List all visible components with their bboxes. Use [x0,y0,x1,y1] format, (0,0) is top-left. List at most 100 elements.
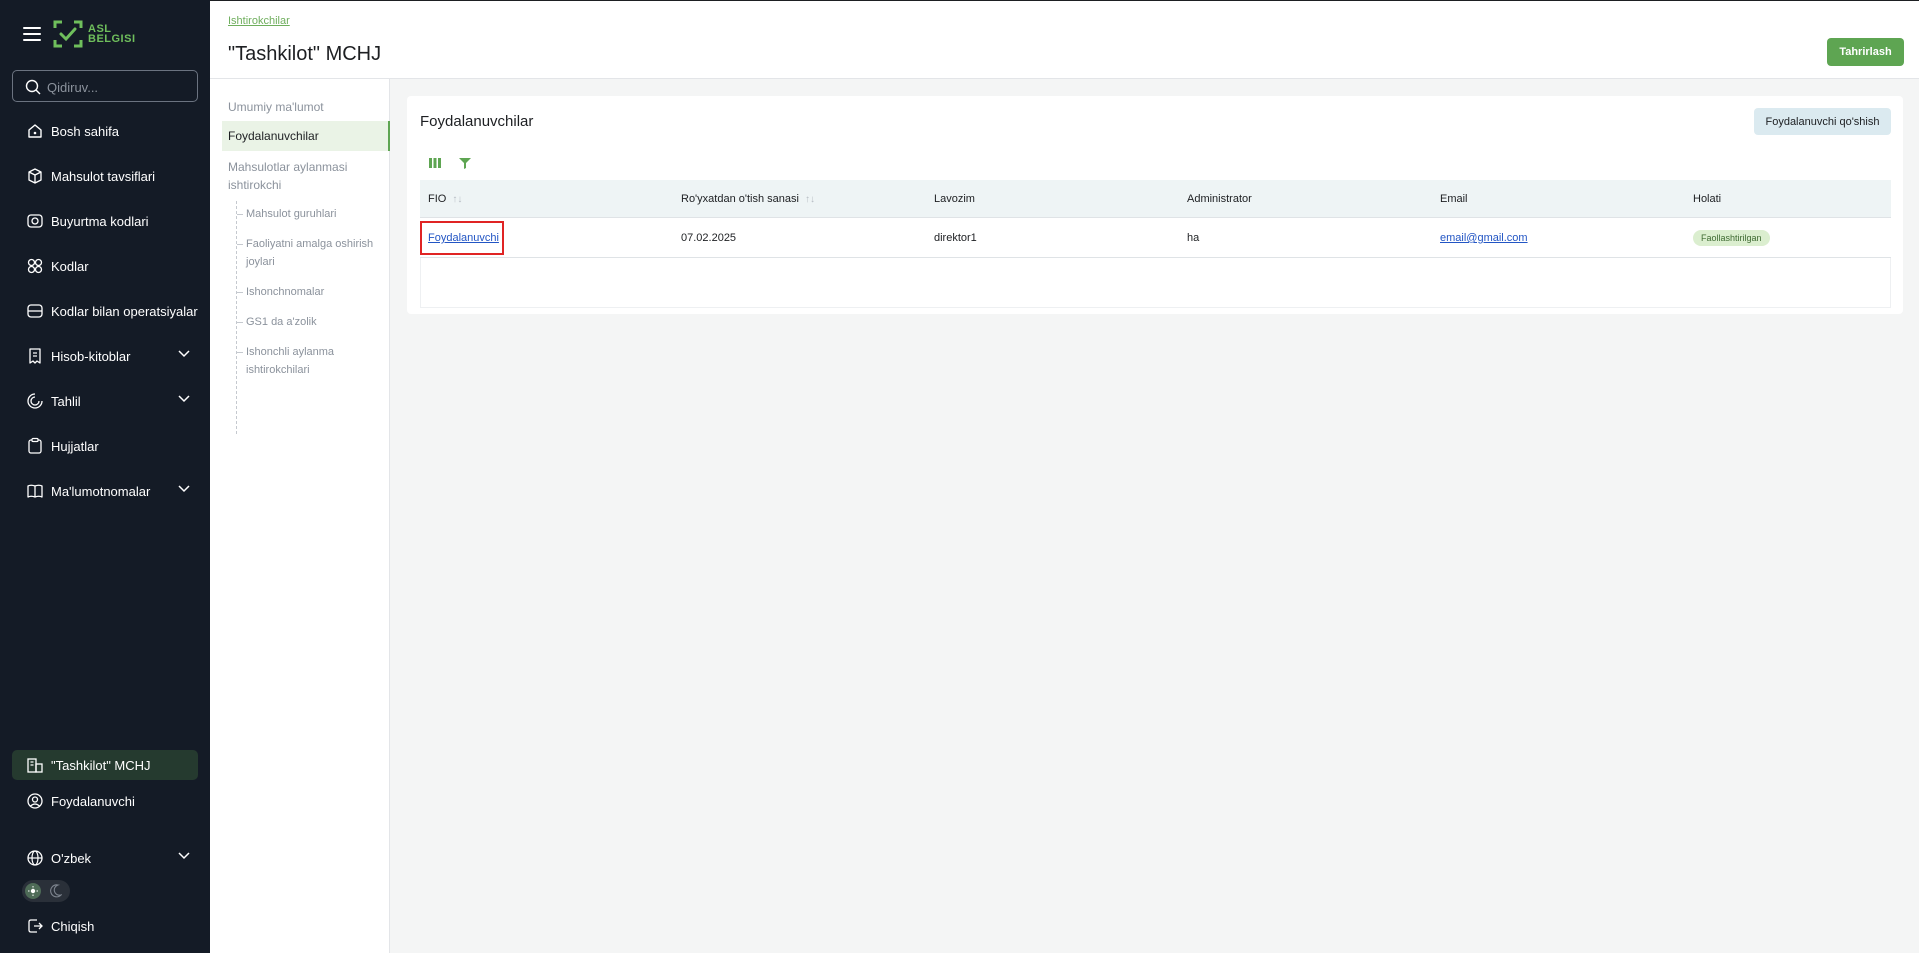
tree-tick [237,322,243,323]
theme-toggle[interactable] [22,880,70,902]
logo[interactable]: ASL BELGISI [52,18,142,52]
section-nav: Umumiy ma'lumot Foydalanuvchilar Mahsulo… [210,79,390,953]
search-icon [25,79,41,95]
table-row: Foydalanuvchi 07.02.2025 direktor1 ha em… [420,218,1891,258]
sidebar-item-label: Hisob-kitoblar [51,348,131,364]
breadcrumb-participants[interactable]: Ishtirokchilar [228,15,290,27]
sidebar-item-documents[interactable]: Hujjatlar [12,429,198,463]
sidebar-item-organization[interactable]: "Tashkilot" MCHJ [12,750,198,780]
sun-icon [25,883,41,899]
email-link[interactable]: email@gmail.com [1440,232,1528,244]
sidebar-item-label: Ma'lumotnomalar [51,483,151,499]
sidebar-item-label: Kodlar [51,258,89,274]
tab-product-turnover-line2: ishtirokchi [228,178,282,192]
cell-fio: Foydalanuvchi [428,218,499,258]
tab-general-info[interactable]: Umumiy ma'lumot [228,98,324,116]
tab-product-turnover[interactable]: Mahsulotlar aylanmasi ishtirokchi [228,158,347,194]
sidebar-item-billing[interactable]: Hisob-kitoblar [12,339,198,373]
edit-button[interactable]: Tahrirlash [1827,38,1904,66]
sidebar-item-codes[interactable]: Kodlar [12,249,198,283]
sidebar-item-label: Foydalanuvchi [51,793,135,809]
sidebar-top: ASL BELGISI [0,0,210,68]
cell-status: Faollashtirilgan [1693,218,1770,258]
sort-icon[interactable]: ↑↓ [805,194,815,205]
globe-icon [23,846,47,870]
sidebar-item-product-descriptions[interactable]: Mahsulot tavsiflari [12,159,198,193]
sidebar-item-home[interactable]: Bosh sahifa [12,114,198,148]
column-header-status: Holati [1693,193,1722,205]
chevron-down-icon [178,852,190,860]
table-header: FIO ↑↓ Ro'yxatdan o'tish sanasi ↑↓ Lavozim… [420,180,1891,218]
moon-icon [50,884,62,898]
sidebar-item-label: Kodlar bilan operatsiyalar [51,303,198,319]
sidebar-item-label: Mahsulot tavsiflari [51,168,156,184]
page-header: Ishtirokchilar "Tashkilot" MCHJ Tahrirla… [210,0,1919,79]
home-icon [23,119,47,143]
tree-tick [237,214,243,215]
cell-email: email@gmail.com [1440,218,1528,258]
table-footer [420,258,1891,308]
column-header-administrator: Administrator [1187,193,1252,205]
tab-trusted-participants[interactable]: Ishonchli aylanma ishtirokchilari [246,343,334,379]
logo-mark-icon [53,20,83,48]
tree-tick [237,352,243,353]
add-user-button[interactable]: Foydalanuvchi qo'shish [1754,108,1891,135]
receipt-icon [23,344,47,368]
menu-icon[interactable] [23,27,41,41]
sidebar-item-order-codes[interactable]: Buyurtma kodlari [12,204,198,238]
chevron-down-icon [178,485,190,493]
cell-date: 07.02.2025 [681,232,737,244]
codes-icon [23,254,47,278]
page-title: "Tashkilot" MCHJ [228,43,382,65]
cell-position: direktor1 [934,232,977,244]
language-select[interactable]: O'zbek [12,841,198,875]
analytics-icon [23,389,47,413]
cube-icon [23,164,47,188]
tab-business-locations[interactable]: Faoliyatni amalga oshirish joylari [246,235,373,271]
search-input[interactable] [47,77,187,97]
operations-icon [23,299,47,323]
tab-gs1-membership[interactable]: GS1 da a'zolik [246,313,317,331]
sidebar-item-user[interactable]: Foydalanuvchi [12,784,198,818]
sidebar-item-label: "Tashkilot" MCHJ [51,757,151,773]
sidebar-item-label: Buyurtma kodlari [51,213,149,229]
tree-tick [237,292,243,293]
search-box[interactable] [12,70,198,102]
tab-powers-of-attorney[interactable]: Ishonchnomalar [246,283,324,301]
card-title: Foydalanuvchilar [420,113,534,130]
logout-button[interactable]: Chiqish [12,909,198,943]
sort-icon[interactable]: ↑↓ [452,194,462,205]
users-card: Foydalanuvchilar Foydalanuvchi qo'shish … [407,96,1903,314]
sidebar: ASL BELGISI Bosh sahifa Mahsulot tavsifl… [0,0,210,953]
building-icon [23,753,47,777]
sidebar-item-analytics[interactable]: Tahlil [12,384,198,418]
sidebar-item-references[interactable]: Ma'lumotnomalar [12,474,198,508]
filter-icon[interactable] [458,156,472,170]
column-header-position: Lavozim [934,193,975,205]
status-badge: Faollashtirilgan [1693,230,1770,246]
chevron-down-icon [178,395,190,403]
sidebar-item-label: Hujjatlar [51,438,99,454]
tab-product-turnover-line1: Mahsulotlar aylanmasi [228,160,348,174]
sidebar-item-code-operations[interactable]: Kodlar bilan operatsiyalar [12,294,198,328]
tab-product-groups[interactable]: Mahsulot guruhlari [246,205,337,223]
code-order-icon [23,209,47,233]
tree-tick [237,244,243,245]
tab-business-locations-line1: Faoliyatni amalga oshirish [246,238,374,250]
sidebar-item-label: Bosh sahifa [51,123,119,139]
tab-trusted-participants-line1: Ishonchli aylanma [246,346,335,358]
tab-trusted-participants-line2: ishtirokchilari [246,364,310,376]
columns-icon[interactable] [428,156,442,170]
column-header-fio[interactable]: FIO ↑↓ [428,180,462,218]
column-header-registration-date[interactable]: Ro'yxatdan o'tish sanasi ↑↓ [681,180,815,218]
tab-users[interactable]: Foydalanuvchilar [222,121,390,151]
user-icon [23,789,47,813]
logo-text: ASL BELGISI [88,23,136,45]
column-label: FIO [428,193,447,205]
tab-business-locations-line2: joylari [246,256,275,268]
logout-label: Chiqish [51,918,95,934]
user-name-link[interactable]: Foydalanuvchi [428,232,499,244]
book-icon [23,479,47,503]
column-label: Ro'yxatdan o'tish sanasi [681,193,799,205]
column-header-email: Email [1440,193,1468,205]
